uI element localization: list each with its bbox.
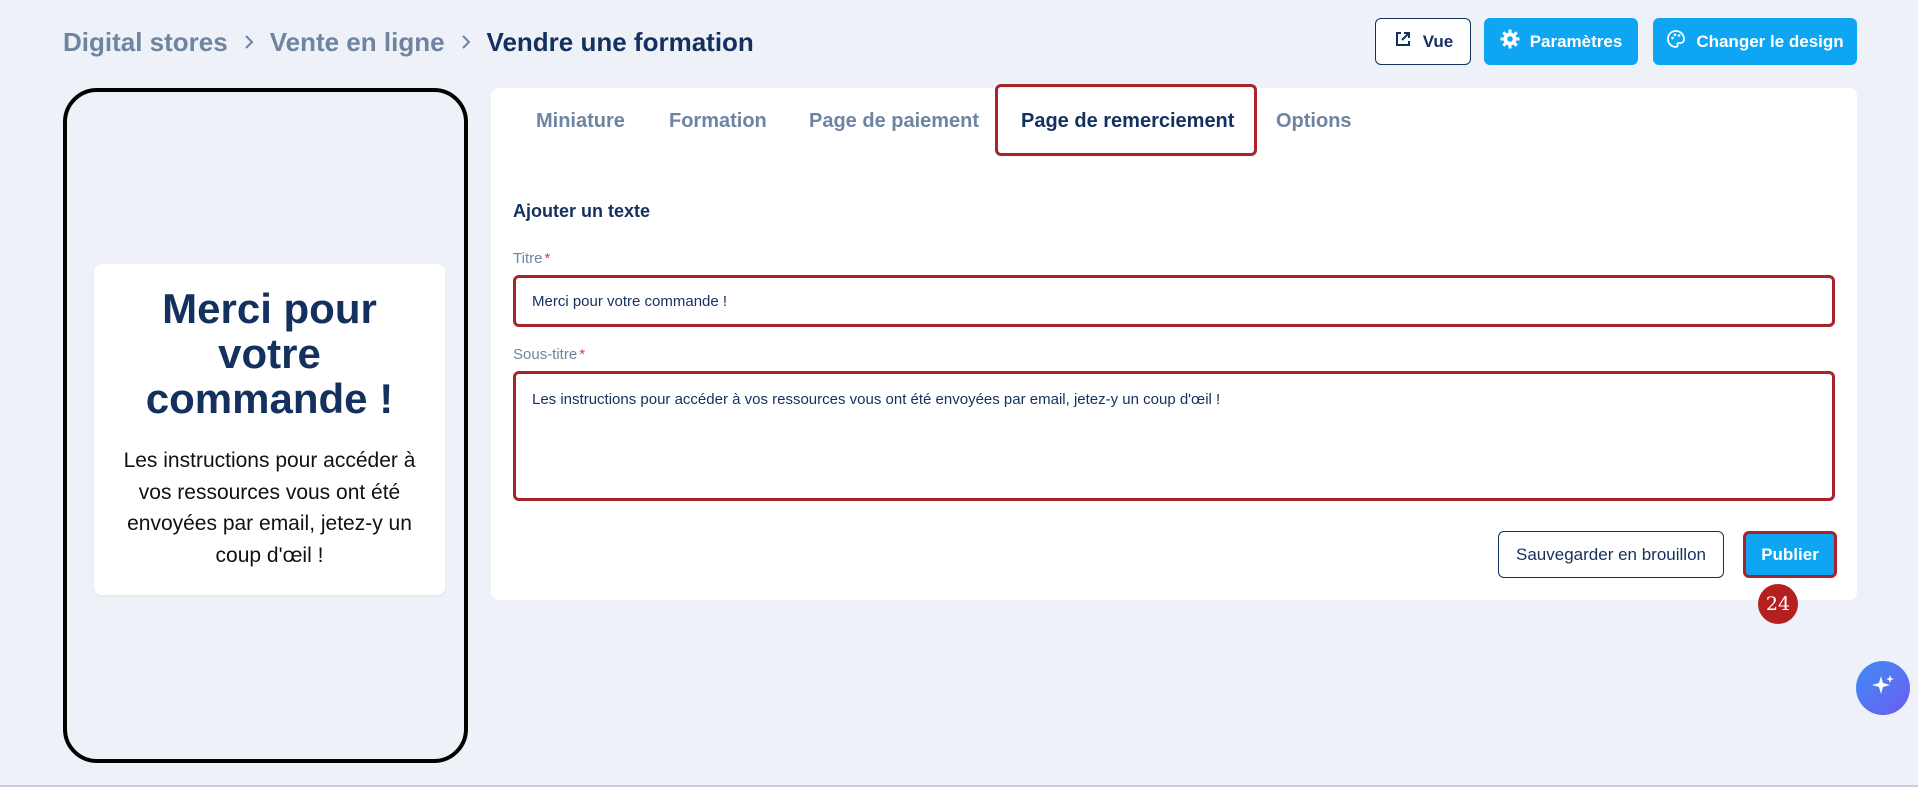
phone-preview: Merci pour votre commande ! Les instruct…: [63, 88, 468, 763]
change-design-button[interactable]: Changer le design: [1653, 18, 1857, 65]
subtitle-textarea[interactable]: Les instructions pour accéder à vos ress…: [513, 371, 1835, 501]
ai-assistant-button[interactable]: [1856, 661, 1910, 715]
tab-options[interactable]: Options: [1276, 110, 1352, 133]
section-title: Ajouter un texte: [513, 201, 651, 221]
palette-icon: [1666, 29, 1686, 54]
publish-button[interactable]: Publier: [1743, 531, 1837, 578]
tab-bar: Miniature Formation Page de paiement Pag…: [491, 84, 1857, 156]
step-badge: 24: [1758, 584, 1798, 624]
preview-title: Merci pour votre commande !: [145, 285, 394, 422]
view-button[interactable]: Vue: [1375, 18, 1471, 65]
tab-page-de-paiement[interactable]: Page de paiement: [809, 110, 979, 133]
breadcrumb-item-vente-en-ligne[interactable]: Vente en ligne: [270, 27, 445, 58]
preview-card: Merci pour votre commande ! Les instruct…: [94, 264, 445, 595]
tab-page-de-remerciement[interactable]: Page de remerciement: [1021, 110, 1234, 133]
title-input[interactable]: Merci pour votre commande !: [513, 275, 1835, 327]
subtitle-label: Sous-titre *: [513, 346, 586, 363]
chevron-right-icon: [242, 33, 256, 51]
chevron-right-icon: [459, 33, 473, 51]
breadcrumb-item-digital-stores[interactable]: Digital stores: [63, 27, 228, 58]
page-title: Vendre une formation: [486, 26, 754, 57]
external-link-icon: [1393, 29, 1413, 54]
preview-subtitle: Les instructions pour accéder à vos ress…: [123, 449, 416, 567]
breadcrumb: Digital stores Vente en ligne Vendre une…: [63, 24, 754, 60]
change-design-button-label: Changer le design: [1696, 31, 1844, 51]
tab-miniature[interactable]: Miniature: [536, 110, 625, 133]
settings-button-label: Paramètres: [1529, 31, 1623, 51]
title-label: Titre *: [513, 250, 551, 267]
editor-panel: Miniature Formation Page de paiement Pag…: [491, 84, 1857, 600]
gear-icon: [1500, 29, 1520, 54]
sparkle-icon: [1869, 672, 1897, 705]
settings-button[interactable]: Paramètres: [1484, 18, 1638, 65]
save-draft-button[interactable]: Sauvegarder en brouillon: [1498, 531, 1724, 578]
tab-formation[interactable]: Formation: [669, 110, 767, 133]
view-button-label: Vue: [1422, 31, 1454, 51]
